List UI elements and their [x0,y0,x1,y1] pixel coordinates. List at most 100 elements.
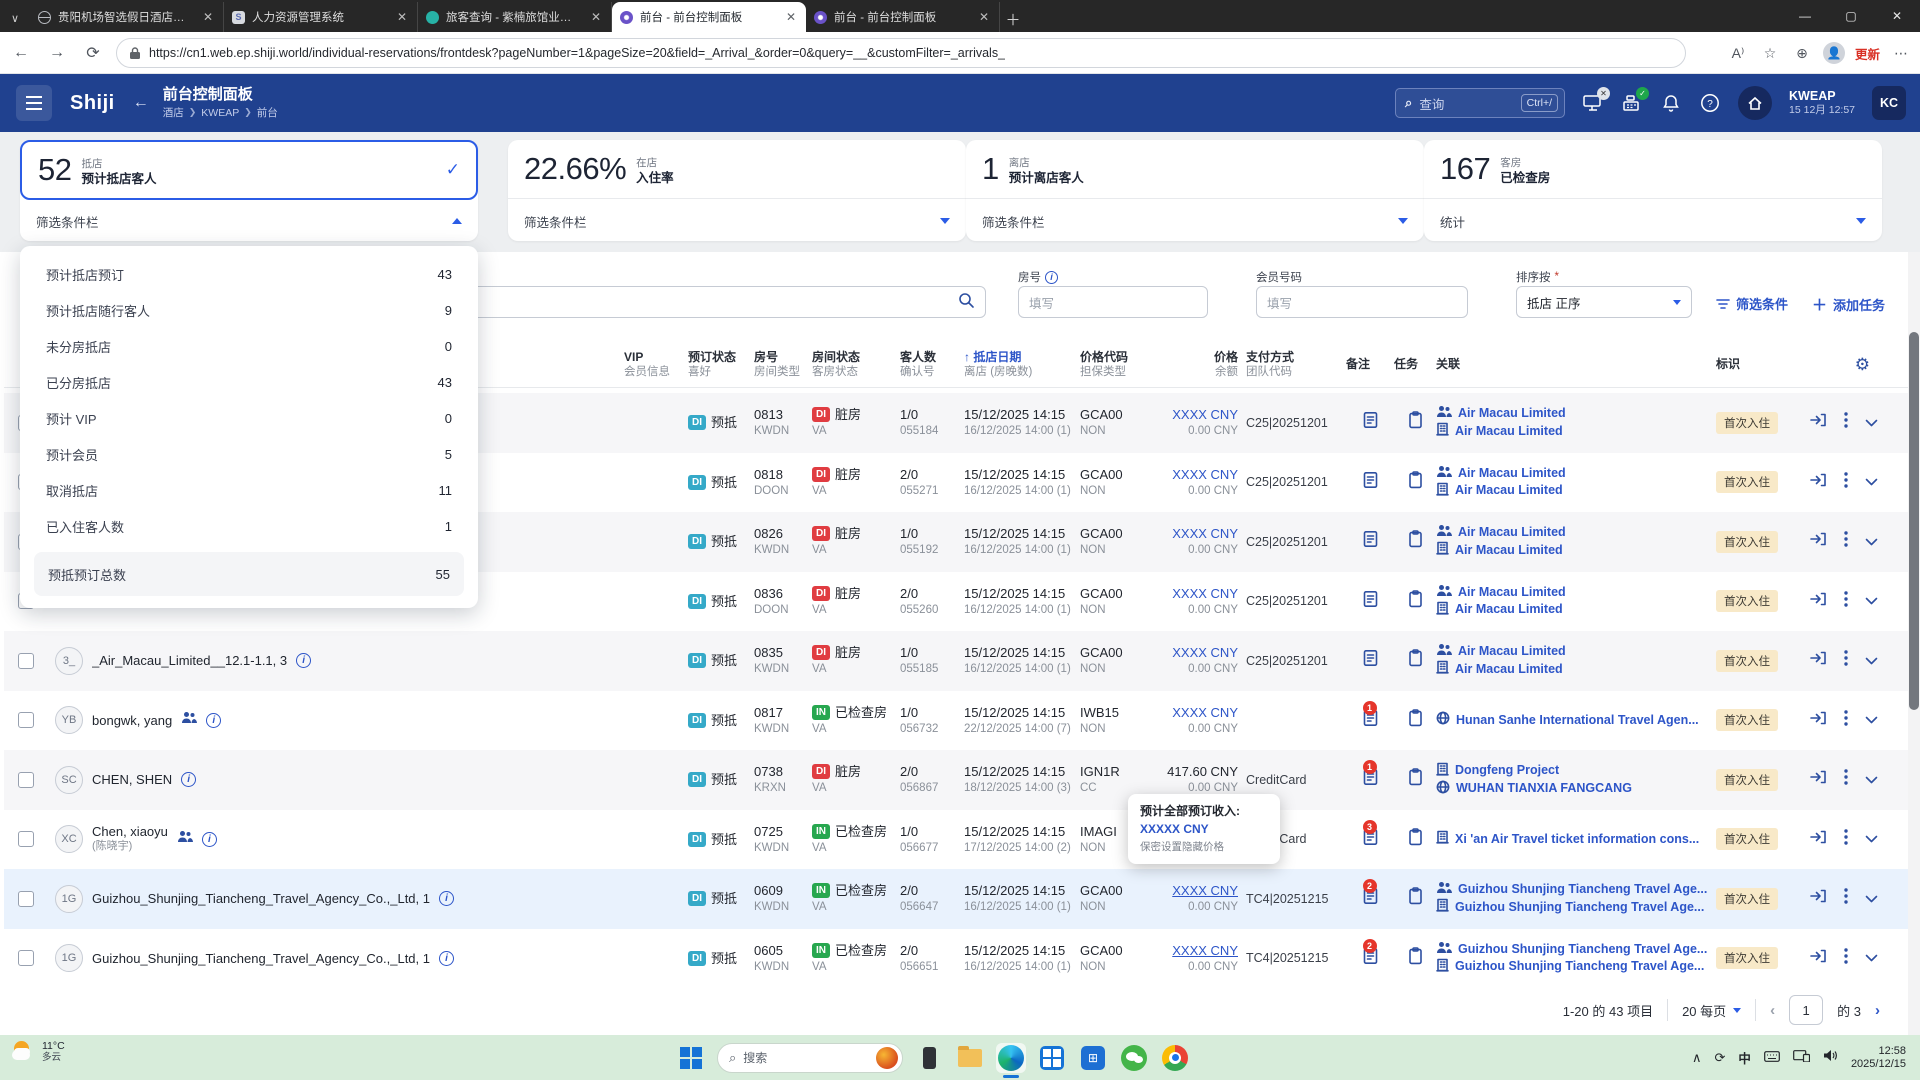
check-in-icon[interactable] [1809,591,1827,612]
tab-search-icon[interactable]: ∨ [0,4,30,32]
file-explorer-icon[interactable] [955,1043,985,1073]
linked-profile-name[interactable]: Guizhou Shunjing Tiancheng Travel Age... [1458,881,1707,898]
back-icon[interactable]: ← [6,38,36,68]
browser-tab-1[interactable]: 贵阳机场智选假日酒店系统网址导 ✕ [30,2,224,32]
back-arrow-icon[interactable]: ← [133,94,149,112]
table-row[interactable]: 3__Air_Macau_Limited__12.1-1.1, 3iDI预抵08… [4,631,1908,691]
note-icon[interactable]: 1 [1362,768,1379,791]
more-actions-icon[interactable] [1844,948,1848,969]
member-number-input[interactable]: 填写 [1256,286,1468,318]
edge-browser-icon[interactable] [996,1043,1026,1073]
card-filter-toggle[interactable]: 筛选条件栏 [20,201,478,241]
user-avatar[interactable]: KC [1872,86,1906,120]
expand-row-icon[interactable] [1865,533,1878,551]
check-in-icon[interactable] [1809,769,1827,790]
favorite-star-icon[interactable]: ☆ [1759,45,1781,62]
dropdown-item[interactable]: 预计会员5 [20,436,478,472]
clipboard-icon[interactable] [1408,411,1423,434]
address-bar[interactable]: https://cn1.web.ep.shiji.world/individua… [116,38,1686,68]
more-actions-icon[interactable] [1844,710,1848,731]
breadcrumb-hotel[interactable]: 酒店 [163,105,184,120]
linked-profile-name[interactable]: Air Macau Limited [1455,482,1563,499]
linked-profile-name[interactable]: Air Macau Limited [1455,423,1563,440]
dropdown-item[interactable]: 已入住客人数1 [20,508,478,544]
microsoft-store-icon[interactable] [1037,1043,1067,1073]
more-actions-icon[interactable] [1844,650,1848,671]
phone-link-app-icon[interactable] [914,1043,944,1073]
info-icon[interactable]: i [439,951,454,966]
vertical-scrollbar[interactable] [1908,252,1920,1035]
row-checkbox[interactable] [18,653,34,669]
expand-row-icon[interactable] [1865,473,1878,491]
more-actions-icon[interactable] [1844,591,1848,612]
browser-update-button[interactable]: 更新 [1855,44,1880,63]
linked-profile-name[interactable]: Hunan Sanhe International Travel Agen... [1456,712,1699,729]
next-page-icon[interactable]: › [1875,1002,1880,1019]
expand-row-icon[interactable] [1865,711,1878,729]
column-settings-gear-icon[interactable]: ⚙ [1800,355,1904,375]
tab-close-icon[interactable]: ✕ [395,10,409,24]
add-task-button[interactable]: ＋ 添加任务 [1812,294,1885,315]
more-actions-icon[interactable] [1844,531,1848,552]
start-button[interactable] [676,1043,706,1073]
collections-icon[interactable]: ⊕ [1791,45,1813,62]
clipboard-icon[interactable] [1408,590,1423,613]
forward-icon[interactable]: → [42,38,72,68]
info-icon[interactable]: i [202,832,217,847]
clipboard-icon[interactable] [1408,709,1423,732]
touch-keyboard-icon[interactable] [1764,1049,1780,1067]
info-icon[interactable]: i [439,891,454,906]
cashier-icon[interactable]: ✓ [1621,92,1643,114]
info-icon[interactable]: i [296,653,311,668]
check-in-icon[interactable] [1809,531,1827,552]
new-tab-button[interactable]: ＋ [1000,6,1026,32]
check-in-icon[interactable] [1809,650,1827,671]
clipboard-icon[interactable] [1408,768,1423,791]
linked-profile-name[interactable]: Air Macau Limited [1458,643,1566,660]
card-departures[interactable]: 1 离店 预计离店客人 筛选条件栏 [966,140,1424,241]
home-icon[interactable] [1738,86,1772,120]
note-icon[interactable]: 3 [1362,828,1379,851]
browser-tab-5[interactable]: 前台 - 前台控制面板 ✕ [806,2,1000,32]
table-row[interactable]: YBbongwk, yangiDI预抵0817KWDNIN已检查房VA1/005… [4,691,1908,751]
check-in-icon[interactable] [1809,888,1827,909]
chrome-browser-icon[interactable] [1160,1043,1190,1073]
property-info[interactable]: KWEAP 15 12月 12:57 [1789,89,1855,117]
filter-criteria-button[interactable]: 筛选条件 [1716,294,1788,313]
volume-icon[interactable] [1823,1049,1838,1067]
more-actions-icon[interactable] [1844,412,1848,433]
tab-close-icon[interactable]: ✕ [589,10,603,24]
table-row[interactable]: 1GGuizhou_Shunjing_Tiancheng_Travel_Agen… [4,929,1908,989]
dropdown-item[interactable]: 未分房抵店0 [20,328,478,364]
note-icon[interactable] [1362,411,1379,434]
read-aloud-icon[interactable]: A⁾ [1727,45,1749,62]
expand-row-icon[interactable] [1865,949,1878,967]
card-filter-toggle[interactable]: 筛选条件栏 [508,201,966,241]
ime-language-indicator[interactable]: 中 [1738,1048,1751,1067]
linked-profile-name[interactable]: Dongfeng Project [1455,762,1559,779]
card-stats-toggle[interactable]: 统计 [1424,201,1882,241]
scrollbar-thumb[interactable] [1909,332,1919,710]
window-maximize-button[interactable]: ▢ [1828,0,1874,32]
dropdown-item[interactable]: 预计抵店随行客人9 [20,292,478,328]
current-page-input[interactable]: 1 [1789,995,1823,1025]
more-actions-icon[interactable] [1844,769,1848,790]
linked-profile-name[interactable]: Air Macau Limited [1455,661,1563,678]
browser-profile-avatar[interactable]: 👤 [1823,42,1845,64]
clipboard-icon[interactable] [1408,649,1423,672]
hamburger-menu-icon[interactable] [16,85,52,121]
row-checkbox[interactable] [18,950,34,966]
prev-page-icon[interactable]: ‹ [1770,1002,1775,1019]
note-icon[interactable] [1362,471,1379,494]
taskbar-search-input[interactable]: ⌕ 搜索 [717,1043,903,1073]
linked-profile-name[interactable]: Air Macau Limited [1455,542,1563,559]
clipboard-icon[interactable] [1408,471,1423,494]
sync-icon[interactable]: ⟳ [1715,1050,1726,1066]
window-close-button[interactable]: ✕ [1874,0,1920,32]
notifications-bell-icon[interactable] [1660,92,1682,114]
clipboard-icon[interactable] [1408,828,1423,851]
linked-profile-name[interactable]: Air Macau Limited [1458,584,1566,601]
calculator-app-icon[interactable]: ⊞ [1078,1043,1108,1073]
card-occupancy[interactable]: 22.66% 在店 入住率 筛选条件栏 [508,140,966,241]
row-checkbox[interactable] [18,891,34,907]
